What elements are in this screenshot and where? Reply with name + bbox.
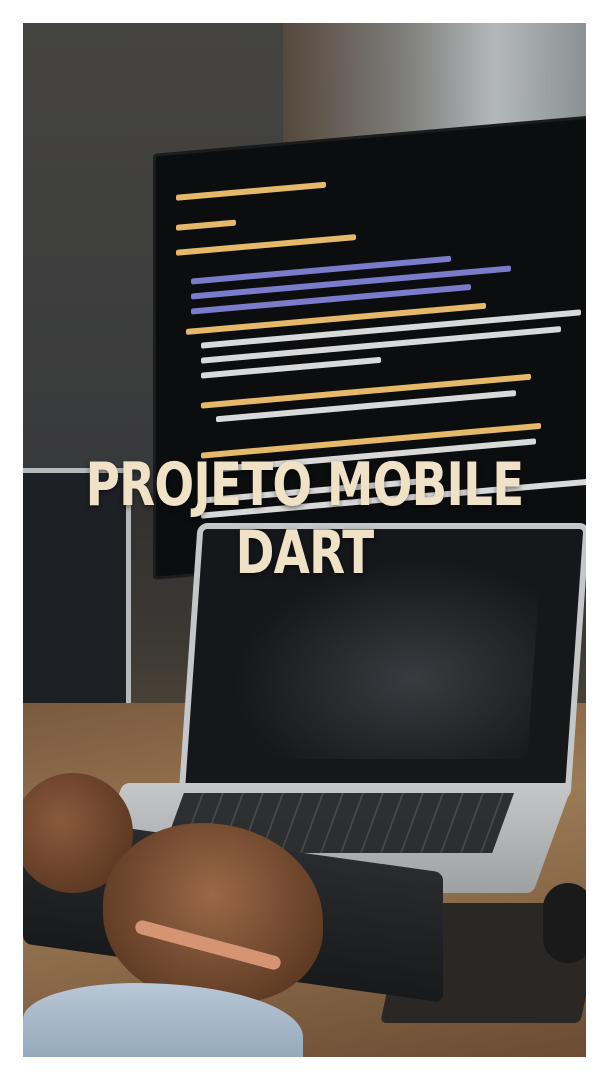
cover-photo: PROJETO MOBILE DART (23, 23, 586, 1057)
cover-title-line1: PROJETO MOBILE (85, 450, 525, 520)
mouse (543, 883, 586, 963)
cover-title: PROJETO MOBILE DART (85, 450, 525, 588)
reflection (227, 559, 542, 759)
cover-title-line2: DART (235, 518, 375, 588)
